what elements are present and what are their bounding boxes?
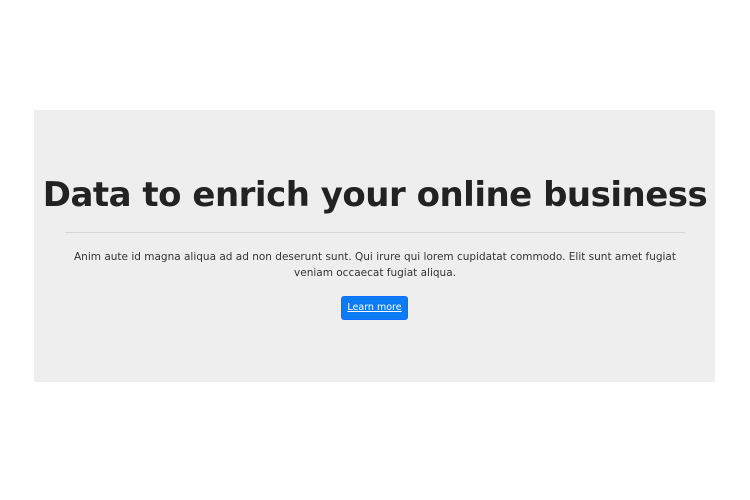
hero-title: Data to enrich your online business bbox=[42, 175, 708, 215]
hero-divider bbox=[65, 232, 685, 233]
hero-section bbox=[34, 110, 715, 382]
hero-description: Anim aute id magna aliqua ad ad non dese… bbox=[74, 251, 676, 279]
learn-more-button[interactable]: Learn more bbox=[341, 296, 408, 320]
